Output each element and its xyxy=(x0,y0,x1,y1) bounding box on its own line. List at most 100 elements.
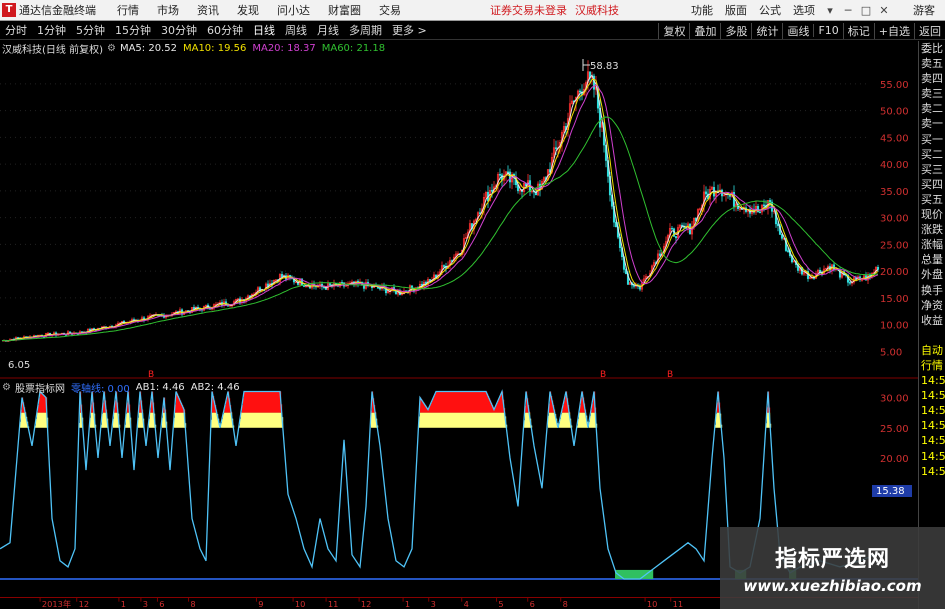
menu-trade[interactable]: 交易 xyxy=(370,2,410,18)
menu-news[interactable]: 资讯 xyxy=(188,2,228,18)
y-tick-label: 25.00 xyxy=(880,240,909,251)
menu-layout[interactable]: 版面 xyxy=(719,2,753,18)
candle-body xyxy=(670,228,674,230)
quote-panel-item: 买一 xyxy=(921,132,943,146)
date-label: 12 xyxy=(361,599,372,609)
period-60min[interactable]: 60分钟 xyxy=(202,22,248,38)
period-daily[interactable]: 日线 xyxy=(248,22,280,38)
menu-ask[interactable]: 问小达 xyxy=(268,2,319,18)
stock-title: 汉威科技(日线 前复权) xyxy=(2,44,103,56)
stats-button[interactable]: 统计 xyxy=(751,22,782,39)
menu-quotes[interactable]: 行情 xyxy=(108,2,148,18)
menu-options[interactable]: 选项 xyxy=(787,2,821,18)
quote-panel-item: 买五 xyxy=(921,192,943,206)
guest-label[interactable]: 游客 xyxy=(913,2,935,18)
minimize-icon[interactable]: ─ xyxy=(839,4,857,17)
date-label: 3 xyxy=(143,599,148,609)
quote-panel-item: 14:50 xyxy=(921,464,945,478)
y-tick-label: 35.00 xyxy=(880,187,909,198)
date-label: 3 xyxy=(431,599,436,609)
quote-panel-item: 涨跌 xyxy=(921,223,943,237)
menu-formula[interactable]: 公式 xyxy=(753,2,787,18)
period-15min[interactable]: 15分钟 xyxy=(110,22,156,38)
date-label: 8 xyxy=(190,599,195,609)
settings-icon[interactable]: ⚙ xyxy=(2,382,11,393)
quote-panel-item: 换手 xyxy=(921,283,943,297)
quote-panel-item: 卖五 xyxy=(921,57,943,71)
quote-panel-item: 委比 xyxy=(921,42,943,55)
quote-panel-item: 14:50 xyxy=(921,374,945,388)
candle-body xyxy=(674,236,678,239)
menu-wealth[interactable]: 财富圈 xyxy=(319,2,370,18)
zero-line-label: 零轴线: 0.00 xyxy=(70,383,130,395)
mark-button[interactable]: 标记 xyxy=(842,22,874,39)
candle-body xyxy=(704,191,708,195)
watermark: 指标严选网 www.xuezhibiao.com xyxy=(720,527,945,609)
f10-button[interactable]: F10 xyxy=(813,24,842,37)
maximize-icon[interactable]: □ xyxy=(857,4,875,17)
period-toolbar: 分时 1分钟 5分钟 15分钟 30分钟 60分钟 日线 周线 月线 多周期 更… xyxy=(0,21,945,40)
candle-body xyxy=(554,147,558,149)
candle-body xyxy=(498,174,502,176)
y-tick-label: 15.00 xyxy=(880,294,909,305)
candle-body xyxy=(490,190,494,192)
ab1-label: AB1: 4.46 xyxy=(135,381,185,393)
period-weekly[interactable]: 周线 xyxy=(280,22,312,38)
menu-market[interactable]: 市场 xyxy=(148,2,188,18)
candle-body xyxy=(848,282,852,284)
period-more[interactable]: 更多 > xyxy=(387,22,432,38)
date-label: 10 xyxy=(647,599,657,609)
candle-body xyxy=(786,250,790,252)
quote-panel-item: 买三 xyxy=(921,162,943,176)
quote-panel-item: 14:50 xyxy=(921,389,945,403)
dropdown-icon[interactable]: ▾ xyxy=(821,4,839,17)
candle-body xyxy=(658,253,662,256)
candlestick-chart[interactable]: 55.00 50.00 45.00 40.00 35.00 30.00 25.00 20.00… xyxy=(0,41,918,379)
period-1min[interactable]: 1分钟 xyxy=(32,22,71,38)
period-intraday[interactable]: 分时 xyxy=(0,22,32,38)
draw-line-button[interactable]: 画线 xyxy=(782,22,813,39)
svg-text:B: B xyxy=(600,370,606,379)
current-value: 15.38 xyxy=(876,486,905,497)
candle-body xyxy=(328,283,332,286)
svg-text:B: B xyxy=(148,370,154,379)
quote-panel-item: 现价 xyxy=(921,208,943,222)
login-notice[interactable]: 证券交易未登录 xyxy=(490,2,567,18)
overlay-button[interactable]: 叠加 xyxy=(689,22,720,39)
ab2-label: AB2: 4.46 xyxy=(190,381,240,393)
date-label: 5 xyxy=(498,599,503,609)
quote-panel-item[interactable]: 自动 xyxy=(919,343,945,358)
candle-body xyxy=(832,264,836,270)
period-monthly[interactable]: 月线 xyxy=(312,22,344,38)
ma60-label: MA60: 21.18 xyxy=(321,42,386,54)
menu-function[interactable]: 功能 xyxy=(685,2,719,18)
restore-rights-button[interactable]: 复权 xyxy=(658,22,689,39)
title-bar: T 通达信金融终端 行情 市场 资讯 发现 问小达 财富圈 交易 证券交易未登录… xyxy=(0,0,945,21)
app-logo-icon: T xyxy=(2,3,16,17)
sub-chart-legend: ⚙ 股票指标网 零轴线: 0.00 AB1: 4.46 AB2: 4.46 xyxy=(2,380,240,395)
candle-body xyxy=(442,265,446,267)
watermark-url: www.xuezhibiao.com xyxy=(743,577,922,595)
menu-discover[interactable]: 发现 xyxy=(228,2,268,18)
add-favorite-button[interactable]: +自选 xyxy=(873,22,914,39)
date-label: 11 xyxy=(673,599,684,609)
close-icon[interactable]: ✕ xyxy=(875,4,893,17)
main-chart-legend: 汉威科技(日线 前复权) ⚙ MA5: 20.52 MA10: 19.56 MA… xyxy=(2,41,391,56)
candle-body xyxy=(508,171,512,183)
settings-icon[interactable]: ⚙ xyxy=(107,43,116,54)
date-label: 12 xyxy=(79,599,90,609)
back-button[interactable]: 返回 xyxy=(914,22,945,39)
indicator-name[interactable]: 股票指标网 xyxy=(15,380,65,395)
quote-panel-item: 14:50 xyxy=(921,449,945,463)
multi-stock-button[interactable]: 多股 xyxy=(720,22,751,39)
quote-panel-item[interactable]: 行情 xyxy=(919,358,945,373)
candle-body xyxy=(378,287,382,290)
ma60-line xyxy=(1,116,879,342)
y-tick-label: 20.00 xyxy=(880,454,909,465)
period-30min[interactable]: 30分钟 xyxy=(156,22,202,38)
candle-body xyxy=(876,267,880,270)
period-5min[interactable]: 5分钟 xyxy=(71,22,110,38)
y-tick-label: 10.00 xyxy=(880,321,909,332)
app-name: 通达信金融终端 xyxy=(19,4,96,17)
period-multi[interactable]: 多周期 xyxy=(344,22,387,38)
